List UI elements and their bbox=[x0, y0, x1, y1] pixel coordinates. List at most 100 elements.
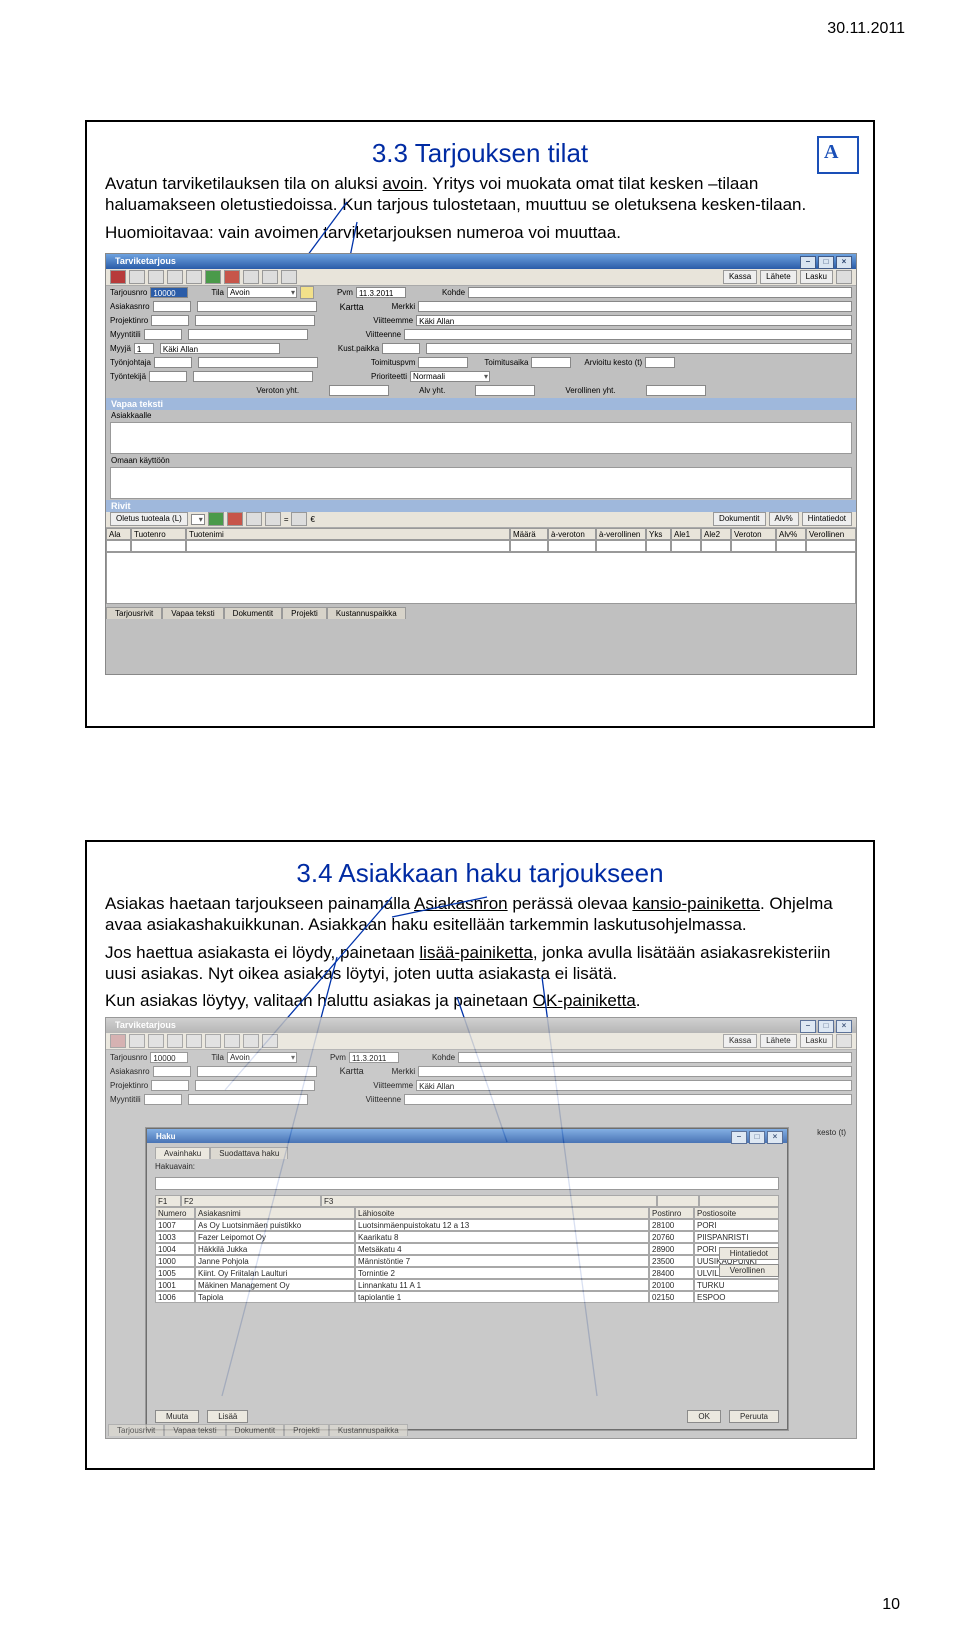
haku-grid-row[interactable]: 1004Häkkilä JukkaMetsäkatu 428900PORI bbox=[155, 1243, 779, 1255]
haku-grid-row[interactable]: 1006Tapiolatapiolantie 102150ESPOO bbox=[155, 1291, 779, 1303]
asiakas-name-field[interactable] bbox=[197, 301, 317, 312]
viitteenne-field[interactable] bbox=[404, 329, 852, 340]
kustpaikka-name-field[interactable] bbox=[426, 343, 852, 354]
kustpaikka-field[interactable] bbox=[382, 343, 420, 354]
tab-tarjousrivit[interactable]: Tarjousrivit bbox=[106, 607, 162, 619]
kassa-button[interactable]: Kassa bbox=[723, 270, 757, 284]
projekti-name-field[interactable] bbox=[195, 315, 315, 326]
myyntitili-field bbox=[144, 1094, 182, 1105]
projektinro-field[interactable] bbox=[151, 315, 189, 326]
tyonjohtaja-field[interactable] bbox=[154, 357, 192, 368]
print-icon bbox=[262, 1034, 278, 1048]
oletus-button[interactable]: Oletus tuoteala (L) bbox=[110, 512, 188, 526]
tab-vapaa-teksti[interactable]: Vapaa teksti bbox=[162, 607, 223, 619]
slide-title: 3.4 Asiakkaan haku tarjoukseen bbox=[105, 858, 855, 889]
add-icon[interactable] bbox=[205, 270, 221, 284]
maximize-icon[interactable]: □ bbox=[749, 1131, 765, 1144]
prioriteetti-combo[interactable]: Normaali bbox=[410, 371, 490, 382]
maximize-icon[interactable]: □ bbox=[818, 256, 834, 269]
toimituspvm-label: Toimituspvm bbox=[371, 358, 415, 367]
haku-grid-row[interactable]: 1007As Oy Luotsinmäen puistikkoLuotsinmä… bbox=[155, 1219, 779, 1231]
lasku-button[interactable]: Lasku bbox=[800, 270, 833, 284]
alv-button[interactable]: Alv% bbox=[769, 512, 799, 526]
haku-grid-row[interactable]: 1001Mäkinen Management OyLinnankatu 11 A… bbox=[155, 1279, 779, 1291]
tyonjohtaja-name-field[interactable] bbox=[198, 357, 318, 368]
hakuavain-label: Hakuavain: bbox=[155, 1162, 195, 1171]
myyja-nro-field[interactable]: 1 bbox=[134, 343, 154, 354]
close-icon[interactable]: × bbox=[767, 1131, 783, 1144]
tila-label: Tila bbox=[211, 288, 224, 297]
omaan-textarea[interactable] bbox=[110, 467, 852, 499]
row-tool-icon[interactable] bbox=[246, 512, 262, 526]
tab-avainhaku[interactable]: Avainhaku bbox=[155, 1147, 210, 1159]
muuta-button[interactable]: Muuta bbox=[155, 1410, 199, 1423]
minimize-icon[interactable]: – bbox=[800, 256, 816, 269]
prioriteetti-label: Prioriteetti bbox=[371, 372, 407, 381]
toolbar-icon[interactable] bbox=[836, 270, 852, 284]
tab-dokumentit[interactable]: Dokumentit bbox=[224, 607, 282, 619]
toolbar-icon[interactable] bbox=[281, 270, 297, 284]
alv-field bbox=[475, 385, 535, 396]
peruuta-button[interactable]: Peruuta bbox=[729, 1410, 779, 1423]
tyontekija-field[interactable] bbox=[149, 371, 187, 382]
remove-row-icon[interactable] bbox=[227, 512, 243, 526]
myyntitili-name-field[interactable] bbox=[188, 329, 308, 340]
verollinen-button[interactable]: Verollinen bbox=[719, 1264, 779, 1277]
hintatiedot-button[interactable]: Hintatiedot bbox=[719, 1247, 779, 1260]
asiakasnro-field[interactable] bbox=[153, 301, 191, 312]
toimitusaika-field[interactable] bbox=[531, 357, 571, 368]
haku-grid-row[interactable]: 1005Kiint. Oy Friitalan LaulturiTorninti… bbox=[155, 1267, 779, 1279]
nav-prev-icon[interactable] bbox=[148, 270, 164, 284]
kartta-button[interactable]: Kartta bbox=[340, 302, 364, 312]
myyntitili-field[interactable] bbox=[144, 329, 182, 340]
app-logo-icon: A bbox=[817, 136, 855, 170]
rivit-grid-row[interactable] bbox=[106, 540, 856, 552]
dokumentit-button[interactable]: Dokumentit bbox=[713, 512, 765, 526]
folder-icon[interactable] bbox=[300, 286, 314, 299]
dialog-titlebar: Haku – □ × bbox=[147, 1129, 787, 1143]
app-tabs: Tarjousrivit Vapaa teksti Dokumentit Pro… bbox=[106, 607, 856, 619]
nav-first-icon[interactable] bbox=[129, 270, 145, 284]
nav-last-icon[interactable] bbox=[186, 270, 202, 284]
row-tool-icon[interactable] bbox=[265, 512, 281, 526]
merkki-field bbox=[418, 1066, 852, 1077]
asiakkaalle-textarea[interactable] bbox=[110, 422, 852, 454]
toolbar-icon[interactable] bbox=[243, 270, 259, 284]
arvioitu-field[interactable] bbox=[645, 357, 675, 368]
vapaa-teksti-section: Vapaa teksti bbox=[106, 398, 856, 410]
print-icon[interactable] bbox=[262, 270, 278, 284]
remove-icon[interactable] bbox=[224, 270, 240, 284]
lisaa-button[interactable]: Lisää bbox=[207, 1410, 248, 1423]
window-title: Tarviketarjous bbox=[115, 254, 176, 269]
minimize-icon[interactable]: – bbox=[731, 1131, 747, 1144]
tyontekija-name-field[interactable] bbox=[193, 371, 313, 382]
viitteemme-field[interactable]: Käki Allan bbox=[416, 315, 852, 326]
toolbar-icon[interactable] bbox=[110, 270, 126, 284]
lahete-button[interactable]: Lähete bbox=[760, 270, 796, 284]
row-tool-icon[interactable] bbox=[291, 512, 307, 526]
close-icon[interactable]: × bbox=[836, 256, 852, 269]
pvm-field: 11.3.2011 bbox=[349, 1052, 399, 1063]
hakuavain-input[interactable] bbox=[155, 1177, 779, 1190]
toimituspvm-field[interactable] bbox=[418, 357, 468, 368]
ok-button[interactable]: OK bbox=[687, 1410, 721, 1423]
tila-combo[interactable]: Avoin bbox=[227, 287, 297, 298]
haku-grid-row[interactable]: 1000Janne PohjolaMännistöntie 723500UUSI… bbox=[155, 1255, 779, 1267]
hintatiedot-button[interactable]: Hintatiedot bbox=[802, 512, 852, 526]
add-row-icon[interactable] bbox=[208, 512, 224, 526]
dialog-title: Haku bbox=[156, 1129, 176, 1143]
tab-projekti[interactable]: Projekti bbox=[282, 607, 327, 619]
slide-paragraph: Huomioitavaa: vain avoimen tarviketarjou… bbox=[105, 222, 855, 243]
tab-kustannuspaikka[interactable]: Kustannuspaikka bbox=[327, 607, 406, 619]
oletus-combo[interactable] bbox=[191, 514, 205, 525]
tarjousnro-field[interactable]: 10000 bbox=[150, 287, 188, 298]
haku-grid-row[interactable]: 1003Fazer Leipomot OyKaarikatu 820760PII… bbox=[155, 1231, 779, 1243]
app-screenshot-dimmed: Tarviketarjous – □ × Kassa Lähete Lasku … bbox=[105, 1017, 857, 1439]
myyja-name-field[interactable]: Käki Allan bbox=[160, 343, 280, 354]
pvm-field[interactable]: 11.3.2011 bbox=[356, 287, 406, 298]
merkki-field[interactable] bbox=[418, 301, 852, 312]
kohde-field[interactable] bbox=[468, 287, 852, 298]
nav-next-icon[interactable] bbox=[167, 270, 183, 284]
tab-suodattava[interactable]: Suodattava haku bbox=[210, 1147, 288, 1159]
nav-icon bbox=[167, 1034, 183, 1048]
